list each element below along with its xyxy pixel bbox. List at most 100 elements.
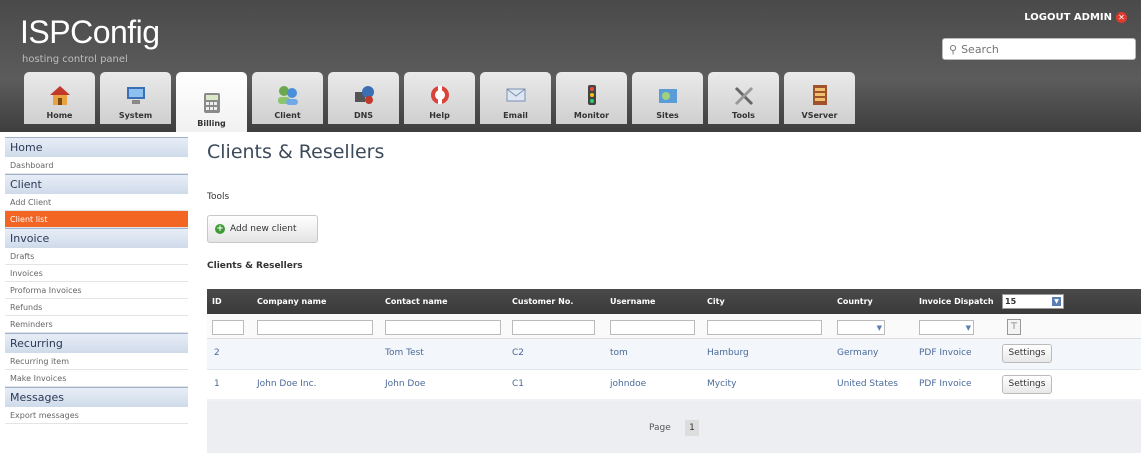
cell-company[interactable]: John Doe Inc.	[257, 379, 316, 389]
add-client-button[interactable]: + Add new client	[207, 215, 318, 243]
page-title: Clients & Resellers	[207, 141, 385, 163]
logout-icon[interactable]: ✕	[1116, 12, 1127, 23]
sidebar: Home Dashboard Client Add Client Client …	[5, 137, 188, 424]
tab-label: Client	[274, 111, 301, 120]
column-header-id[interactable]: ID	[212, 297, 222, 306]
sidebar-item-invoices[interactable]: Invoices	[5, 265, 188, 282]
cell-dispatch[interactable]: PDF Invoice	[919, 348, 972, 358]
logout-button[interactable]: LOGOUT ADMIN ✕	[1024, 12, 1127, 23]
tab-label: Sites	[656, 111, 679, 120]
tab-monitor[interactable]: Monitor	[556, 72, 627, 124]
filter-row: ▼ ▼ ⊤	[207, 314, 1141, 339]
app-logo[interactable]: ISPConfig	[20, 14, 160, 51]
cell-username[interactable]: johndoe	[610, 379, 646, 389]
email-icon	[503, 83, 529, 107]
cell-country[interactable]: Germany	[837, 348, 878, 358]
cell-contact[interactable]: John Doe	[385, 379, 425, 389]
cell-city[interactable]: Mycity	[707, 379, 736, 389]
vserver-icon	[807, 83, 833, 107]
sidebar-item-export-messages[interactable]: Export messages	[5, 407, 188, 424]
cell-dispatch[interactable]: PDF Invoice	[919, 379, 972, 389]
dns-icon	[351, 83, 377, 107]
table-row[interactable]: 2 Tom Test C2 tom Hamburg Germany PDF In…	[207, 339, 1141, 369]
column-header-username[interactable]: Username	[610, 297, 655, 306]
system-icon	[123, 83, 149, 107]
billing-icon	[199, 91, 225, 115]
tab-home[interactable]: Home	[24, 72, 95, 124]
sidebar-item-proforma[interactable]: Proforma Invoices	[5, 282, 188, 299]
column-header-city[interactable]: City	[707, 297, 725, 306]
filter-dispatch-select[interactable]: ▼	[919, 320, 974, 335]
sidebar-head-messages: Messages	[5, 387, 188, 407]
sidebar-item-drafts[interactable]: Drafts	[5, 248, 188, 265]
column-header-contact[interactable]: Contact name	[385, 297, 448, 306]
help-icon	[427, 83, 453, 107]
tab-email[interactable]: Email	[480, 72, 551, 124]
tab-tools[interactable]: Tools	[708, 72, 779, 124]
column-header-company[interactable]: Company name	[257, 297, 326, 306]
sidebar-item-dashboard[interactable]: Dashboard	[5, 157, 188, 174]
tools-label: Tools	[207, 192, 230, 202]
tab-dns[interactable]: DNS	[328, 72, 399, 124]
page-number-button[interactable]: 1	[685, 420, 699, 436]
filter-country-select[interactable]: ▼	[837, 320, 885, 335]
search-icon: ⚲	[949, 42, 958, 56]
table-header: ID Company name Contact name Customer No…	[207, 289, 1141, 314]
tab-label: DNS	[353, 111, 374, 120]
tools-icon	[731, 83, 757, 107]
per-page-value: 15	[1005, 297, 1017, 306]
sidebar-item-recurring-item[interactable]: Recurring item	[5, 353, 188, 370]
tab-label: Help	[429, 111, 450, 120]
filter-company-input[interactable]	[257, 320, 373, 335]
settings-button[interactable]: Settings	[1002, 344, 1052, 363]
column-header-customer-no[interactable]: Customer No.	[512, 297, 573, 306]
monitor-icon	[579, 83, 605, 107]
cell-id: 2	[214, 348, 220, 358]
search-box[interactable]: ⚲	[942, 38, 1136, 60]
filter-contact-input[interactable]	[385, 320, 501, 335]
list-heading: Clients & Resellers	[207, 261, 303, 271]
cell-customer-no[interactable]: C2	[512, 348, 524, 358]
sidebar-item-client-list[interactable]: Client list	[5, 211, 188, 228]
sidebar-head-recurring: Recurring	[5, 333, 188, 353]
page-label: Page	[649, 423, 671, 433]
tab-system[interactable]: System	[100, 72, 171, 124]
sidebar-item-reminders[interactable]: Reminders	[5, 316, 188, 333]
sidebar-item-refunds[interactable]: Refunds	[5, 299, 188, 316]
filter-username-input[interactable]	[610, 320, 695, 335]
filter-id-input[interactable]	[212, 320, 244, 335]
tab-label: Home	[46, 111, 73, 120]
logout-label[interactable]: LOGOUT ADMIN	[1024, 12, 1112, 23]
tab-sites[interactable]: Sites	[632, 72, 703, 124]
sidebar-item-add-client[interactable]: Add Client	[5, 194, 188, 211]
chevron-down-icon: ▼	[965, 324, 971, 332]
settings-button[interactable]: Settings	[1002, 375, 1052, 394]
tab-label: System	[118, 111, 153, 120]
tab-client[interactable]: Client	[252, 72, 323, 124]
chevron-down-icon: ▼	[1052, 297, 1061, 306]
cell-id: 1	[214, 379, 220, 389]
cell-city[interactable]: Hamburg	[707, 348, 749, 358]
search-input[interactable]	[961, 42, 1122, 56]
pagination: Page 1	[207, 401, 1141, 453]
tab-vserver[interactable]: VServer	[784, 72, 855, 124]
tab-label: Billing	[197, 119, 226, 128]
cell-customer-no[interactable]: C1	[512, 379, 524, 389]
column-header-country[interactable]: Country	[837, 297, 873, 306]
filter-city-input[interactable]	[707, 320, 822, 335]
tab-billing[interactable]: Billing	[176, 72, 247, 132]
tab-help[interactable]: Help	[404, 72, 475, 124]
filter-icon[interactable]: ⊤	[1007, 319, 1021, 335]
main-nav-tabs: Home System Billing Client DNS Help Emai…	[24, 72, 855, 132]
plus-icon: +	[215, 224, 225, 234]
tab-label: VServer	[801, 111, 838, 120]
cell-country[interactable]: United States	[837, 379, 898, 389]
table-row[interactable]: 1 John Doe Inc. John Doe C1 johndoe Myci…	[207, 369, 1141, 399]
filter-customer-no-input[interactable]	[512, 320, 595, 335]
column-header-invoice-dispatch[interactable]: Invoice Dispatch	[919, 297, 994, 306]
tab-label: Tools	[732, 111, 755, 120]
per-page-select[interactable]: 15 ▼	[1002, 294, 1064, 309]
sidebar-item-make-invoices[interactable]: Make Invoices	[5, 370, 188, 387]
cell-contact[interactable]: Tom Test	[385, 348, 424, 358]
cell-username[interactable]: tom	[610, 348, 628, 358]
